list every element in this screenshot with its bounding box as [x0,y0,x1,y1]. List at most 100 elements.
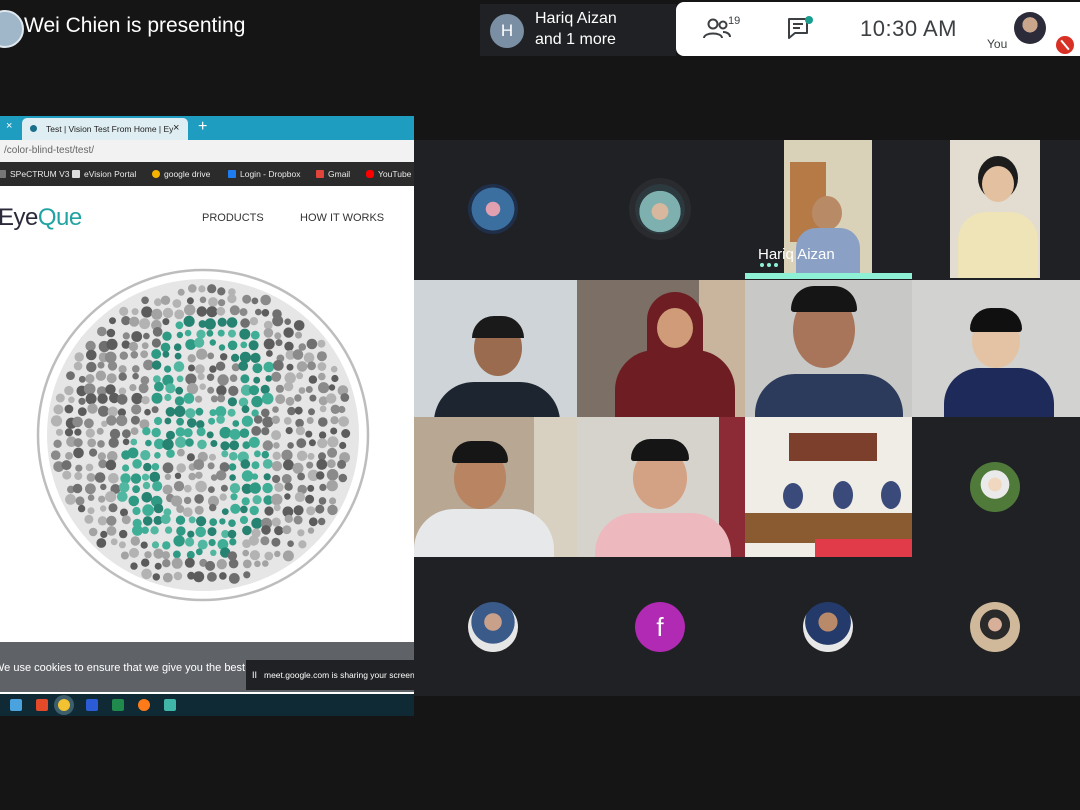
plate-dot [162,318,170,326]
plate-dot [183,393,195,404]
plate-dot [74,428,82,436]
plate-dot [164,417,172,425]
plate-dot [298,540,307,549]
plate-dot [142,504,154,516]
participant-video-tile[interactable] [414,417,577,557]
plate-dot [183,484,192,493]
participant-avatar[interactable] [970,602,1020,652]
plate-dot [153,503,164,514]
plate-dot [306,417,314,424]
firefox-app-icon[interactable] [138,699,150,711]
plate-dot [232,420,240,427]
url-text: /color-blind-test/test/ [4,145,95,156]
bookmark-google-drive[interactable]: google drive [152,169,210,179]
participant-avatar[interactable] [468,602,518,652]
plate-dot [149,471,161,483]
plate-dot [297,472,305,481]
plate-dot [119,351,128,360]
plate-dot [219,518,226,525]
plate-dot [87,403,98,414]
participant-video-tile[interactable] [950,140,1040,278]
plate-dot [196,348,208,360]
plate-dot [254,450,261,458]
plate-dot [174,309,185,320]
office-app-icon[interactable] [36,699,48,711]
plate-dot [261,427,270,436]
bookmark-dropbox[interactable]: Login - Dropbox [228,169,300,179]
plate-dot [282,550,294,562]
plate-dot [162,331,172,341]
plate-dot [188,472,196,481]
plate-dot [286,363,294,371]
close-tab-icon[interactable]: × [173,122,179,134]
plate-dot [317,438,328,449]
plate-dot [164,365,172,373]
bookmark-youtube[interactable]: YouTube [366,169,411,179]
plate-dot [208,417,216,425]
browser-tab[interactable]: Test | Vision Test From Home | Ey × [22,118,188,140]
mail-app-icon[interactable] [10,699,22,711]
plate-dot [209,339,216,346]
participant-video-tile[interactable] [577,280,745,417]
bookmark-gmail[interactable]: Gmail [316,169,350,179]
bookmark-evision[interactable]: eVision Portal [72,169,136,179]
plate-dot [85,393,97,405]
plate-dot [274,482,284,492]
participant-video-tile[interactable] [414,280,577,417]
new-tab-button[interactable]: + [198,118,207,136]
plate-dot [152,573,160,581]
plate-dot [227,408,236,417]
plate-dot [217,287,226,296]
excel-app-icon[interactable] [112,699,124,711]
self-avatar[interactable] [1014,12,1046,44]
plate-dot [117,491,128,502]
participant-letter-avatar[interactable]: f [635,602,685,652]
chat-icon[interactable] [786,16,814,42]
plate-dot [250,330,260,340]
plate-dot [338,473,348,483]
plate-dot [228,573,240,584]
plate-dot [248,340,259,351]
plate-dot [309,394,317,402]
plate-dot [61,460,72,471]
close-tab-icon[interactable]: × [6,120,12,132]
plate-dot [252,495,262,505]
plate-dot [240,374,250,384]
nav-how-it-works[interactable]: HOW IT WORKS [300,212,384,224]
plate-dot [295,418,304,428]
plate-dot [228,385,239,396]
plate-dot [75,464,83,472]
plate-dot [151,392,163,404]
participant-avatar[interactable] [635,184,685,234]
plate-dot [132,459,142,469]
plate-dot [307,452,315,460]
participant-avatar[interactable] [468,184,518,234]
app-icon[interactable] [164,699,176,711]
participant-avatar[interactable] [970,462,1020,512]
pause-icon[interactable]: II [252,670,257,680]
plate-dot [229,483,241,494]
plate-dot [185,537,195,547]
word-app-icon[interactable] [86,699,98,711]
participant-video-tile[interactable] [745,280,912,417]
color-blind-test-plate[interactable] [36,268,370,602]
plate-dot [284,514,293,523]
participant-video-tile[interactable] [745,417,912,557]
plate-dot [194,505,204,515]
participant-video-tile[interactable] [912,280,1080,417]
plate-dot [217,374,229,386]
eyeque-logo[interactable]: EyeQue [0,204,82,232]
nav-products[interactable]: PRODUCTS [202,212,264,224]
chrome-app-icon[interactable] [58,699,70,711]
participant-video-tile[interactable] [577,417,745,557]
plate-dot [242,559,252,569]
plate-dot [251,461,260,470]
participant-avatar[interactable] [803,602,853,652]
plate-dot [338,405,346,414]
bookmark-spectrum[interactable]: SPeCTRUM V3 [0,169,70,179]
address-bar[interactable]: /color-blind-test/test/ [0,140,414,162]
active-speakers-chip[interactable]: H Hariq Aizan and 1 more [480,4,676,56]
plate-dot [197,373,205,381]
plate-dot [119,306,129,316]
plate-dot [164,473,172,480]
